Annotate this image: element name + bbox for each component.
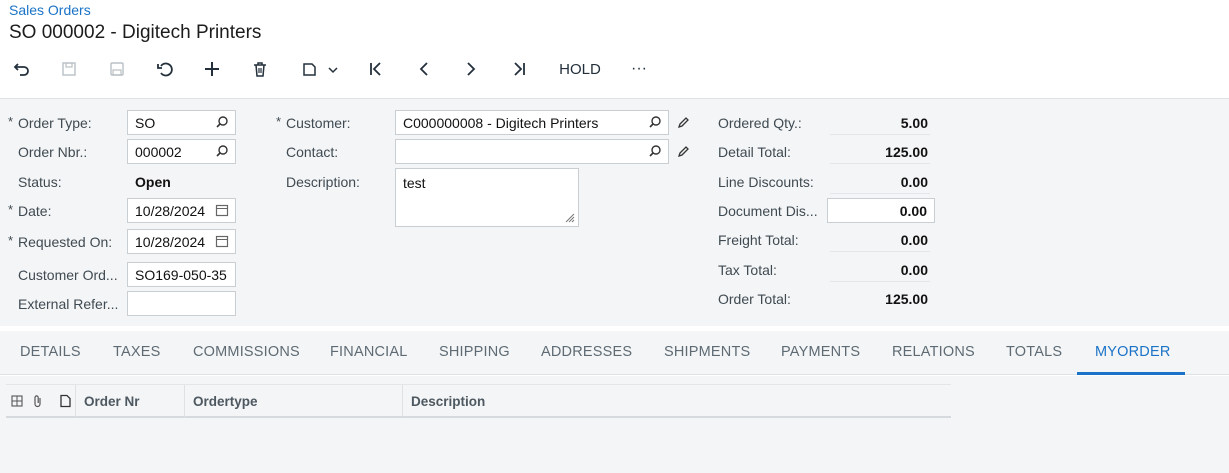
tab-totals[interactable]: TOTALS bbox=[1006, 344, 1062, 360]
order-total-value: 125.00 bbox=[885, 291, 928, 307]
save-icon[interactable] bbox=[106, 54, 128, 84]
ordered-qty-value: 5.00 bbox=[900, 115, 928, 131]
order-nbr-value: 000002 bbox=[135, 144, 182, 160]
document-dis-value: 0.00 bbox=[899, 203, 927, 219]
detail-total-value: 125.00 bbox=[885, 144, 928, 160]
resize-handle-icon[interactable] bbox=[563, 211, 575, 223]
undo-icon[interactable] bbox=[154, 54, 176, 84]
external-ref-label: External Refer... bbox=[18, 296, 119, 312]
tab-shipments[interactable]: SHIPMENTS bbox=[664, 344, 750, 360]
date-field[interactable]: 10/28/2024 bbox=[127, 198, 236, 223]
attachment-icon[interactable] bbox=[31, 394, 45, 408]
tab-commissions[interactable]: COMMISSIONS bbox=[193, 344, 300, 360]
order-type-value: SO bbox=[135, 115, 156, 131]
row-selector-icon[interactable] bbox=[10, 394, 24, 408]
delete-icon[interactable] bbox=[249, 54, 271, 84]
requested-on-value: 10/28/2024 bbox=[135, 234, 206, 250]
customer-ord-label: Customer Ord... bbox=[18, 267, 118, 283]
order-total-label: Order Total: bbox=[718, 291, 791, 307]
order-header: Order Type: SO Order Nbr.: 000002 Status… bbox=[0, 98, 1229, 326]
description-value: test bbox=[403, 175, 426, 191]
divider bbox=[830, 251, 930, 252]
customer-ord-value: SO169-050-35 bbox=[135, 267, 227, 283]
line-discounts-value: 0.00 bbox=[900, 174, 928, 190]
active-tab-indicator bbox=[1077, 372, 1185, 375]
divider bbox=[830, 134, 930, 135]
hold-button[interactable]: HOLD bbox=[556, 54, 604, 84]
requested-on-field[interactable]: 10/28/2024 bbox=[127, 229, 236, 254]
breadcrumb[interactable]: Sales Orders bbox=[9, 2, 91, 18]
freight-total-value: 0.00 bbox=[900, 232, 928, 248]
contact-field[interactable] bbox=[395, 139, 669, 164]
tax-total-label: Tax Total: bbox=[718, 262, 777, 278]
back-icon[interactable] bbox=[10, 54, 32, 84]
customer-field[interactable]: C000000008 - Digitech Printers bbox=[395, 110, 669, 135]
description-label: Description: bbox=[286, 174, 360, 190]
copy-paste-icon[interactable] bbox=[296, 54, 342, 84]
grid-header: Order Nr Ordertype Description bbox=[6, 384, 951, 418]
edit-pencil-icon[interactable] bbox=[676, 115, 691, 130]
order-nbr-label: Order Nbr.: bbox=[18, 144, 88, 160]
more-actions-button[interactable]: ··· bbox=[625, 54, 653, 84]
search-icon[interactable] bbox=[648, 144, 662, 158]
order-nbr-field[interactable]: 000002 bbox=[127, 139, 236, 164]
contact-label: Contact: bbox=[286, 144, 339, 160]
customer-label: Customer: bbox=[276, 114, 351, 131]
tab-addresses[interactable]: ADDRESSES bbox=[541, 344, 632, 360]
next-record-icon[interactable] bbox=[460, 54, 482, 84]
tab-shipping[interactable]: SHIPPING bbox=[439, 344, 510, 360]
edit-pencil-icon[interactable] bbox=[676, 144, 691, 159]
tab-taxes[interactable]: TAXES bbox=[113, 344, 160, 360]
external-ref-field[interactable] bbox=[127, 291, 236, 316]
line-discounts-label: Line Discounts: bbox=[718, 174, 814, 190]
divider bbox=[830, 281, 930, 282]
last-record-icon[interactable] bbox=[508, 54, 530, 84]
tab-relations[interactable]: RELATIONS bbox=[892, 344, 975, 360]
customer-ord-field[interactable]: SO169-050-35 bbox=[127, 262, 236, 287]
status-value: Open bbox=[135, 174, 171, 190]
search-icon[interactable] bbox=[648, 115, 662, 129]
date-label: Date: bbox=[8, 202, 52, 219]
detail-total-label: Detail Total: bbox=[718, 144, 791, 160]
add-icon[interactable] bbox=[201, 54, 223, 84]
myorder-grid: Order Nr Ordertype Description bbox=[0, 376, 1229, 473]
search-icon[interactable] bbox=[215, 144, 229, 158]
tab-payments[interactable]: PAYMENTS bbox=[781, 344, 860, 360]
document-dis-field[interactable]: 0.00 bbox=[827, 198, 935, 223]
freight-total-label: Freight Total: bbox=[718, 232, 799, 248]
search-icon[interactable] bbox=[215, 115, 229, 129]
page-title: SO 000002 - Digitech Printers bbox=[9, 22, 262, 43]
tab-bar: DETAILS TAXES COMMISSIONS FINANCIAL SHIP… bbox=[0, 331, 1229, 375]
tab-myorder[interactable]: MYORDER bbox=[1095, 344, 1171, 360]
column-header-ordertype[interactable]: Ordertype bbox=[184, 385, 402, 417]
date-value: 10/28/2024 bbox=[135, 203, 206, 219]
order-type-field[interactable]: SO bbox=[127, 110, 236, 135]
description-textarea[interactable]: test bbox=[395, 168, 579, 227]
previous-record-icon[interactable] bbox=[413, 54, 435, 84]
document-dis-label: Document Dis... bbox=[718, 203, 818, 219]
calendar-icon[interactable] bbox=[215, 203, 229, 217]
column-header-order-nr[interactable]: Order Nr bbox=[75, 385, 184, 417]
column-header-description[interactable]: Description bbox=[402, 385, 951, 417]
order-type-label: Order Type: bbox=[8, 114, 92, 131]
toolbar: HOLD ··· bbox=[0, 54, 700, 84]
ordered-qty-label: Ordered Qty.: bbox=[718, 115, 802, 131]
divider bbox=[830, 163, 930, 164]
note-icon[interactable] bbox=[58, 394, 72, 408]
tab-details[interactable]: DETAILS bbox=[20, 344, 81, 360]
save-close-icon[interactable] bbox=[58, 54, 80, 84]
calendar-icon[interactable] bbox=[215, 234, 229, 248]
status-label: Status: bbox=[18, 174, 62, 190]
first-record-icon[interactable] bbox=[365, 54, 387, 84]
customer-value: C000000008 - Digitech Printers bbox=[403, 115, 599, 131]
requested-on-label: Requested On: bbox=[8, 233, 112, 250]
tab-financial[interactable]: FINANCIAL bbox=[330, 344, 408, 360]
tax-total-value: 0.00 bbox=[900, 262, 928, 278]
divider bbox=[830, 193, 930, 194]
